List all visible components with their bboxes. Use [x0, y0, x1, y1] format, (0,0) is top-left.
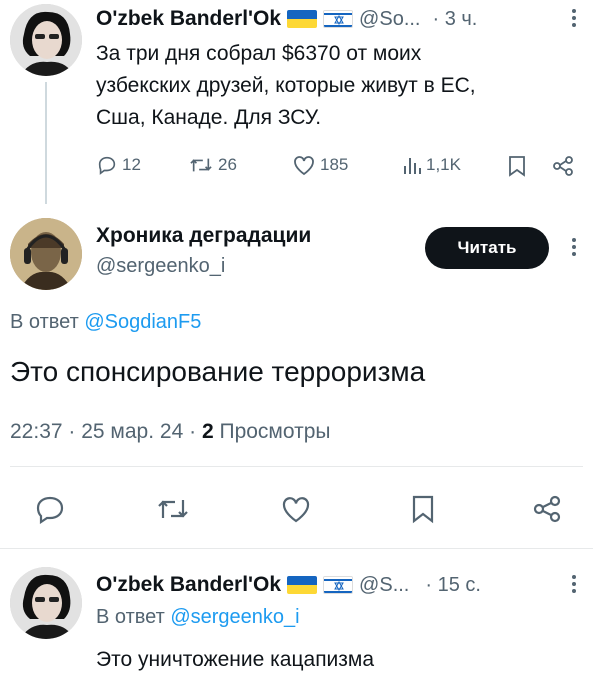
share-icon [533, 495, 561, 523]
analytics-icon [404, 158, 421, 174]
reply-icon [36, 496, 64, 525]
author-handle[interactable]: @sergeenko_i [96, 255, 225, 278]
tweet-date[interactable]: 25 мар. 24 [81, 420, 183, 443]
reply-count: 12 [122, 155, 141, 174]
divider [0, 548, 593, 549]
reply-icon [98, 156, 116, 175]
tweet-meta: 22:37 · 25 мар. 24 · 2 Просмотры [10, 420, 331, 443]
author-name[interactable]: Хроника деградации [96, 224, 311, 248]
reply-prefix: В ответ [10, 311, 79, 333]
retweet-count: 26 [218, 155, 237, 174]
avatar-photo-icon [10, 4, 82, 76]
share-button[interactable] [532, 494, 562, 529]
views-count: 1,1K [426, 155, 461, 174]
retweet-icon [158, 500, 188, 518]
tweet-text: За три дня собрал $6370 от моих узбекски… [96, 38, 576, 134]
avatar-photo-icon [10, 218, 82, 290]
views-button[interactable]: 1,1K [402, 154, 461, 176]
bookmark-button[interactable] [508, 155, 526, 182]
author-handle[interactable]: @So... [359, 8, 420, 31]
bookmark-button[interactable] [411, 494, 435, 529]
like-button[interactable] [280, 494, 312, 529]
israel-flag-icon [323, 576, 354, 594]
heart-icon [282, 497, 310, 523]
tweet-text-line: Сша, Канаде. Для ЗСУ. [96, 106, 322, 129]
tweet1-actions: 12 26 185 1,1K [96, 154, 576, 180]
thread-line [45, 82, 47, 204]
reply-prefix: В ответ [96, 606, 165, 628]
like-count: 185 [320, 155, 349, 174]
share-icon [553, 156, 573, 176]
retweet-icon [190, 158, 212, 172]
heart-icon [294, 156, 314, 176]
views-count: 2 [201, 420, 214, 443]
tweet2-actions [0, 492, 593, 528]
reply-button[interactable] [34, 494, 66, 529]
more-options-icon[interactable] [571, 9, 577, 27]
retweet-button[interactable]: 26 [188, 154, 237, 176]
ukraine-flag-icon [287, 576, 318, 594]
avatar[interactable] [10, 4, 82, 76]
tweet-time[interactable]: · 15 с. [425, 574, 481, 597]
tweet-text: Это спонсирование терроризма [10, 356, 426, 387]
reply-mention-link[interactable]: @SogdianF5 [84, 311, 201, 333]
reply-context: В ответ @SogdianF5 [10, 311, 201, 334]
reply-context: В ответ @sergeenko_i [96, 606, 300, 629]
follow-button[interactable]: Читать [425, 227, 549, 269]
reply-mention-link[interactable]: @sergeenko_i [170, 606, 299, 628]
tweet-time[interactable]: 22:37 [10, 420, 63, 443]
tweet-time[interactable]: · 3 ч. [432, 8, 477, 31]
ukraine-flag-icon [287, 10, 318, 28]
author-name[interactable]: O'zbek Banderl'Ok [96, 7, 281, 31]
avatar-photo-icon [10, 567, 82, 639]
avatar[interactable] [10, 218, 82, 290]
views-label: Просмотры [219, 420, 331, 443]
avatar[interactable] [10, 567, 82, 639]
more-options-icon[interactable] [571, 575, 577, 593]
bookmark-icon [509, 156, 525, 177]
author-name[interactable]: O'zbek Banderl'Ok [96, 573, 281, 597]
divider [10, 466, 583, 467]
tweet-text-line: За три дня собрал $6370 от моих [96, 42, 422, 65]
bookmark-icon [412, 495, 434, 524]
author-handle[interactable]: @S... [359, 574, 409, 597]
share-button[interactable] [552, 155, 574, 182]
more-options-icon[interactable] [571, 238, 577, 256]
tweet-text-line: узбекских друзей, которые живут в ЕС, [96, 74, 476, 97]
tweet3-header: O'zbek Banderl'Ok @S... · 15 с. [96, 570, 481, 600]
like-button[interactable]: 185 [292, 154, 348, 176]
tweet-text: Это уничтожение кацапизма [96, 648, 375, 671]
tweet1-header: O'zbek Banderl'Ok @So... · 3 ч. [96, 4, 477, 34]
israel-flag-icon [323, 10, 354, 28]
reply-button[interactable]: 12 [96, 154, 141, 176]
retweet-button[interactable] [155, 494, 191, 529]
